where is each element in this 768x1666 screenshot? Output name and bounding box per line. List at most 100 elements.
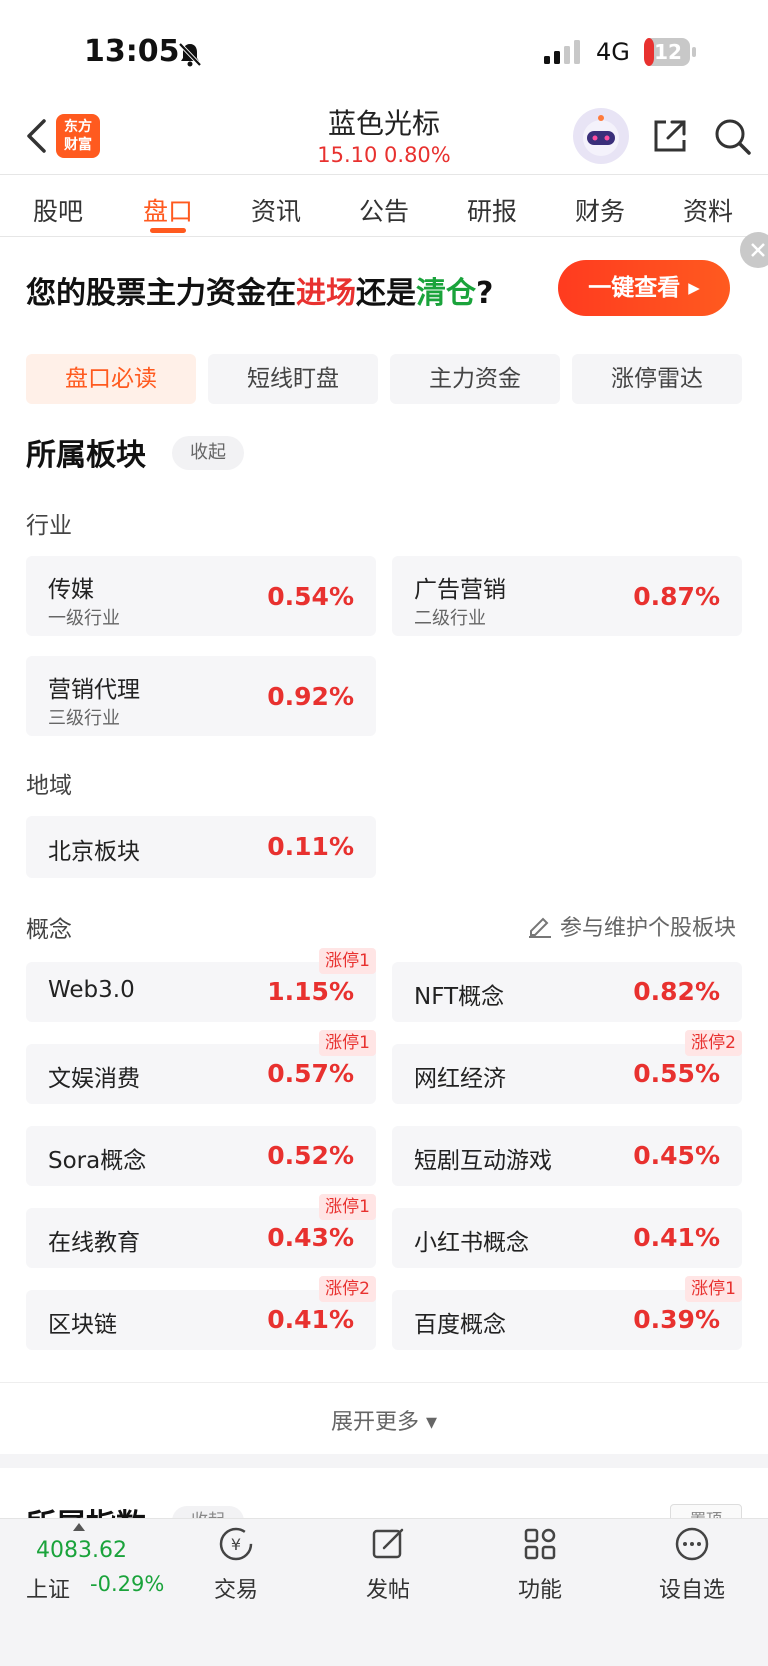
sector-name: Sora概念 xyxy=(48,1148,147,1174)
sector-pct: 0.54% xyxy=(267,582,354,611)
tab-pankou[interactable]: 盘口 xyxy=(128,192,208,228)
region-card[interactable]: 北京板块 0.11% xyxy=(26,816,376,878)
back-arrow-icon[interactable] xyxy=(24,118,48,154)
sector-pct: 0.45% xyxy=(633,1141,720,1170)
tab-caiwu[interactable]: 财务 xyxy=(560,192,640,228)
sector-name: 传媒 xyxy=(48,577,94,603)
bell-muted-icon xyxy=(178,42,202,67)
sector-name: 小红书概念 xyxy=(414,1230,529,1256)
limit-up-badge: 涨停2 xyxy=(319,1276,376,1302)
app-logo[interactable]: 东方 财富 xyxy=(56,114,100,158)
assistant-avatar[interactable] xyxy=(573,108,629,164)
stock-name: 蓝色光标 xyxy=(327,107,440,140)
subtab-duanxian[interactable]: 短线盯盘 xyxy=(208,354,378,404)
sector-pct: 1.15% xyxy=(267,977,354,1006)
banner-text-d: 清仓 xyxy=(416,276,476,311)
nav-trade[interactable]: 交易 xyxy=(186,1572,286,1604)
sector-level: 二级行业 xyxy=(414,608,486,629)
compose-icon[interactable] xyxy=(368,1524,408,1564)
trade-icon[interactable]: ¥ xyxy=(216,1524,256,1564)
banner-text-e: ? xyxy=(476,276,494,311)
share-icon[interactable] xyxy=(650,116,690,156)
sector-pct: 0.52% xyxy=(267,1141,354,1170)
concept-card[interactable]: 文娱消费 0.57% 涨停1 xyxy=(26,1030,376,1104)
logo-text-line2: 财富 xyxy=(64,137,92,153)
concept-card[interactable]: 短剧互动游戏 0.45% xyxy=(392,1126,742,1186)
concept-card[interactable]: Sora概念 0.52% xyxy=(26,1126,376,1186)
subtab-pankou-bidu[interactable]: 盘口必读 xyxy=(26,354,196,404)
sector-pct: 0.82% xyxy=(633,977,720,1006)
tab-yanbao[interactable]: 研报 xyxy=(452,192,532,228)
subtab-zhangting[interactable]: 涨停雷达 xyxy=(572,354,742,404)
status-time: 13:05 xyxy=(84,34,180,69)
concept-label: 概念 xyxy=(26,917,72,943)
concept-card[interactable]: 网红经济 0.55% 涨停2 xyxy=(392,1030,742,1104)
sector-name: NFT概念 xyxy=(414,984,505,1010)
functions-grid-icon[interactable] xyxy=(520,1524,560,1564)
concept-card[interactable]: 区块链 0.41% 涨停2 xyxy=(26,1276,376,1350)
sector-pct: 0.39% xyxy=(633,1305,720,1334)
banner-view-button[interactable]: 一键查看 ▸ xyxy=(558,260,730,316)
tabs-divider xyxy=(0,236,768,237)
sector-pct: 0.41% xyxy=(633,1223,720,1252)
industry-card[interactable]: 营销代理 三级行业 0.92% xyxy=(26,656,376,736)
maintain-sectors-link[interactable]: 参与维护个股板块 xyxy=(560,910,736,942)
sector-name: 广告营销 xyxy=(414,577,506,603)
limit-up-badge: 涨停1 xyxy=(319,1030,376,1056)
sector-name: 短剧互动游戏 xyxy=(414,1148,552,1174)
close-icon[interactable] xyxy=(740,232,768,268)
stock-price: 15.10 0.80% xyxy=(317,143,451,167)
sector-pct: 0.11% xyxy=(267,832,354,861)
region-label: 地域 xyxy=(26,773,72,799)
edit-icon[interactable] xyxy=(525,911,553,939)
expand-divider xyxy=(0,1382,768,1383)
limit-up-badge: 涨停1 xyxy=(685,1276,742,1302)
sector-name: 区块链 xyxy=(48,1312,117,1338)
svg-text:¥: ¥ xyxy=(231,1535,241,1554)
concept-card[interactable]: Web3.0 1.15% 涨停1 xyxy=(26,948,376,1022)
concept-card[interactable]: 在线教育 0.43% 涨停1 xyxy=(26,1194,376,1268)
battery-level: 12 xyxy=(654,40,682,64)
banner-text-b: 进场 xyxy=(296,276,356,311)
sector-name: 营销代理 xyxy=(48,677,140,703)
tab-guba[interactable]: 股吧 xyxy=(18,192,98,228)
tab-ziliao[interactable]: 资料 xyxy=(668,192,748,228)
sector-name: 网红经济 xyxy=(414,1066,506,1092)
limit-up-badge: 涨停2 xyxy=(685,1030,742,1056)
tab-zixun[interactable]: 资讯 xyxy=(236,192,316,228)
sector-pct: 0.43% xyxy=(267,1223,354,1252)
subtab-zhuli[interactable]: 主力资金 xyxy=(390,354,560,404)
logo-text-line1: 东方 xyxy=(64,119,92,135)
network-type: 4G xyxy=(596,38,630,66)
sector-pct: 0.55% xyxy=(633,1059,720,1088)
banner-text[interactable]: 您的股票主力资金在进场还是清仓? xyxy=(26,268,493,312)
concept-card[interactable]: 小红书概念 0.41% xyxy=(392,1208,742,1268)
sector-level: 一级行业 xyxy=(48,608,120,629)
limit-up-badge: 涨停1 xyxy=(319,948,376,974)
sector-name: 文娱消费 xyxy=(48,1066,140,1092)
sector-name: 百度概念 xyxy=(414,1312,506,1338)
section-separator xyxy=(0,1454,768,1468)
nav-functions[interactable]: 功能 xyxy=(490,1572,590,1604)
more-dots-icon[interactable] xyxy=(672,1524,712,1564)
index-change[interactable]: -0.29% xyxy=(90,1572,164,1596)
sector-name: 在线教育 xyxy=(48,1230,140,1256)
industry-card[interactable]: 传媒 一级行业 0.54% xyxy=(26,556,376,636)
expand-more-button[interactable]: 展开更多 ▾ xyxy=(0,1404,768,1436)
industry-card[interactable]: 广告营销 二级行业 0.87% xyxy=(392,556,742,636)
search-icon[interactable] xyxy=(712,116,752,156)
sector-name: 北京板块 xyxy=(48,839,140,865)
index-name[interactable]: 上证 xyxy=(26,1572,70,1604)
banner-text-a: 您的股票主力资金在 xyxy=(26,276,296,311)
sector-pct: 0.57% xyxy=(267,1059,354,1088)
collapse-button[interactable]: 收起 xyxy=(172,436,244,470)
nav-post[interactable]: 发帖 xyxy=(338,1572,438,1604)
nav-add-watchlist[interactable]: 设自选 xyxy=(642,1572,742,1604)
limit-up-badge: 涨停1 xyxy=(319,1194,376,1220)
header-divider xyxy=(0,174,768,175)
concept-card[interactable]: 百度概念 0.39% 涨停1 xyxy=(392,1276,742,1350)
concept-card[interactable]: NFT概念 0.82% xyxy=(392,962,742,1022)
signal-icon xyxy=(544,40,580,64)
tab-gonggao[interactable]: 公告 xyxy=(344,192,424,228)
index-value[interactable]: 4083.62 xyxy=(36,1538,127,1563)
